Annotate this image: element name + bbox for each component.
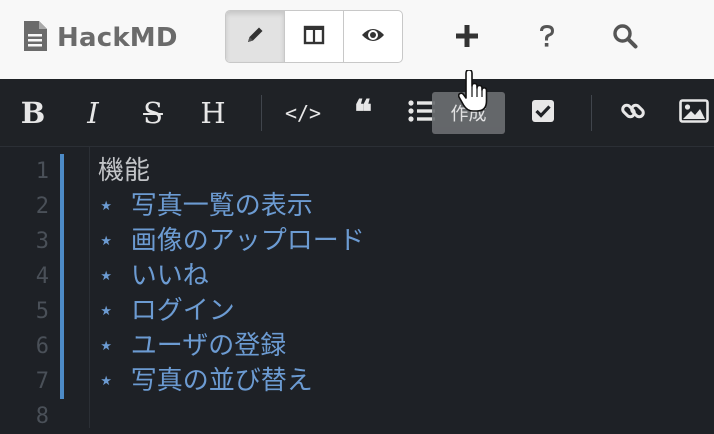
- editor-line: 7 ⋆ 写真の並び替え: [0, 364, 714, 399]
- view-mode-group: [225, 10, 403, 63]
- brand-name: HackMD: [57, 23, 178, 53]
- eye-icon: [361, 26, 385, 48]
- link-icon: [620, 98, 646, 128]
- editor-line: 3 ⋆ 画像のアップロード: [0, 224, 714, 259]
- question-icon: [537, 23, 557, 53]
- document-icon: [22, 20, 48, 56]
- edit-mode-button[interactable]: [226, 11, 285, 62]
- split-mode-button[interactable]: [285, 11, 344, 62]
- checkbox-button[interactable]: [526, 79, 560, 147]
- line-number: 1: [35, 159, 49, 184]
- image-button[interactable]: [676, 79, 712, 147]
- editor-toolbar: B I S H </> ❝: [0, 79, 714, 147]
- line-number: 3: [35, 229, 49, 254]
- line-number: 4: [35, 264, 49, 289]
- quote-button[interactable]: ❝: [346, 79, 380, 147]
- new-note-button[interactable]: [447, 18, 487, 58]
- top-navbar: HackMD: [0, 0, 714, 79]
- line-text: ⋆ 写真一覧の表示: [98, 191, 313, 221]
- editor-line: 5 ⋆ ログイン: [0, 294, 714, 329]
- line-text: 機能: [98, 156, 151, 186]
- bold-button[interactable]: B: [18, 79, 48, 147]
- heading-button[interactable]: H: [197, 79, 229, 147]
- search-button[interactable]: [605, 18, 645, 58]
- gutter-border: [89, 147, 90, 428]
- editor-line: 8: [0, 399, 714, 434]
- line-text: ⋆ 画像のアップロード: [98, 226, 365, 256]
- editor-line: 2 ⋆ 写真一覧の表示: [0, 189, 714, 224]
- line-number: 5: [35, 299, 49, 324]
- pencil-icon: [244, 24, 266, 50]
- change-marker: [60, 154, 64, 399]
- editor-line: 1 機能: [0, 154, 714, 189]
- line-text: ⋆ ユーザの登録: [98, 331, 287, 361]
- toolbar-divider: [591, 95, 592, 131]
- line-text: ⋆ ログイン: [98, 296, 235, 326]
- line-text: ⋆ 写真の並び替え: [98, 366, 313, 396]
- checkbox-icon: [531, 99, 555, 127]
- line-number: 6: [35, 334, 49, 359]
- editor-line: 6 ⋆ ユーザの登録: [0, 329, 714, 364]
- strikethrough-button[interactable]: S: [138, 79, 168, 147]
- list-icon: [407, 99, 435, 127]
- code-button[interactable]: </>: [283, 79, 323, 147]
- italic-button[interactable]: I: [80, 79, 106, 147]
- line-number: 2: [35, 194, 49, 219]
- view-mode-button[interactable]: [344, 11, 402, 62]
- help-button[interactable]: [527, 18, 567, 58]
- editor-line: 4 ⋆ いいね: [0, 259, 714, 294]
- line-number: 7: [35, 369, 49, 394]
- search-icon: [612, 23, 638, 53]
- link-button[interactable]: [616, 79, 650, 147]
- markdown-editor[interactable]: 1 機能 2 ⋆ 写真一覧の表示 3 ⋆ 画像のアップロード 4 ⋆ いいね 5…: [0, 147, 714, 429]
- brand-logo[interactable]: HackMD: [22, 19, 178, 57]
- image-icon: [679, 99, 709, 127]
- line-number: 8: [35, 404, 49, 429]
- toolbar-divider: [261, 95, 262, 131]
- plus-icon: [455, 24, 479, 52]
- split-columns-icon: [303, 24, 325, 50]
- line-text: ⋆ いいね: [98, 261, 209, 291]
- hand-pointer-cursor-icon: [457, 69, 488, 118]
